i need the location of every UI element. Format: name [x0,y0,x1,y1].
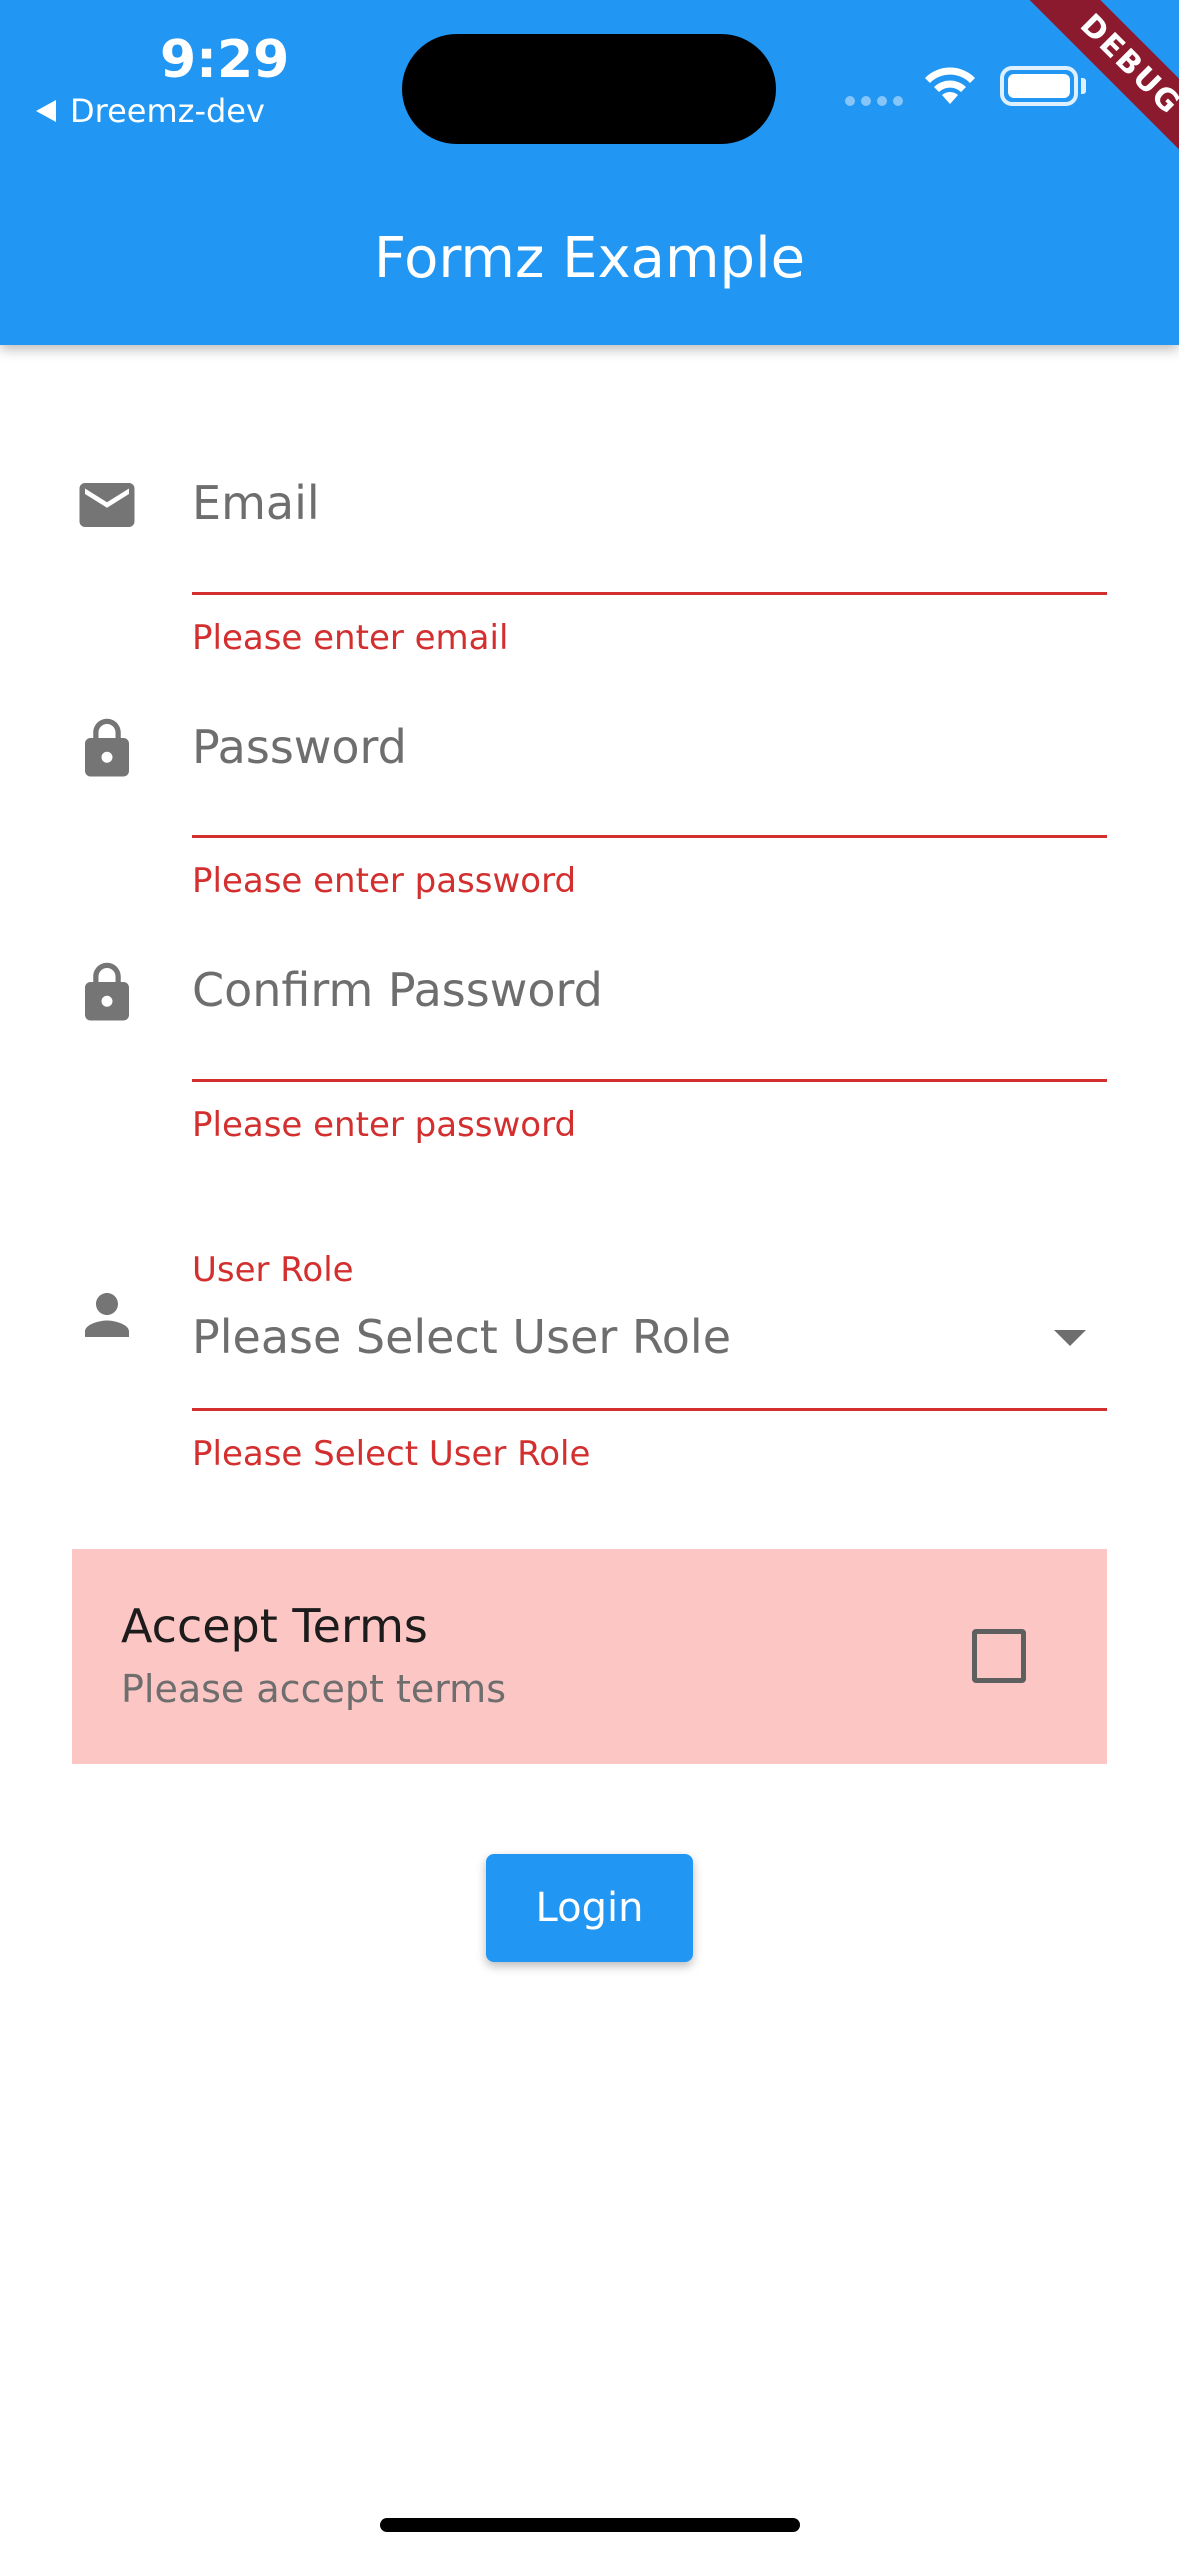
confirm-password-error: Please enter password [192,1105,577,1145]
user-role-dropdown[interactable]: Please Select User Role [192,1310,731,1364]
user-role-label: User Role [192,1250,354,1290]
home-indicator[interactable] [380,2518,800,2532]
user-role-underline [192,1408,1107,1411]
accept-terms-subtitle: Please accept terms [121,1667,506,1711]
battery-icon [1000,66,1078,106]
back-app-label: Dreemz-dev [70,92,265,130]
email-underline [192,592,1107,595]
accept-terms-title: Accept Terms [121,1599,428,1653]
lock-icon [85,718,129,777]
dynamic-island [402,34,776,144]
mail-icon [79,483,135,527]
status-time: 9:29 [160,30,290,90]
wifi-icon [925,67,975,104]
confirm-password-field[interactable]: Confirm Password [192,963,603,1017]
password-field[interactable]: Password [192,720,407,774]
screen: 9:29 Dreemz-dev Formz Example DEBUG Emai… [0,0,1179,2556]
app-bar: 9:29 Dreemz-dev Formz Example [0,0,1179,345]
email-error: Please enter email [192,618,509,658]
dropdown-arrow-icon[interactable] [1054,1330,1086,1346]
back-arrow-icon [36,100,56,122]
email-field[interactable]: Email [192,476,320,530]
user-role-error: Please Select User Role [192,1434,591,1474]
lock-icon [85,962,129,1021]
password-error: Please enter password [192,861,577,901]
accept-terms-checkbox[interactable] [972,1629,1026,1683]
login-button[interactable]: Login [486,1854,693,1962]
cellular-signal-icon [845,96,903,106]
accept-terms-tile[interactable]: Accept Terms Please accept terms [72,1549,1107,1764]
page-title: Formz Example [373,226,806,291]
confirm-password-underline [192,1079,1107,1082]
person-icon [85,1293,129,1337]
battery-cap [1081,78,1086,94]
back-to-app-link[interactable]: Dreemz-dev [36,92,265,130]
password-underline [192,835,1107,838]
